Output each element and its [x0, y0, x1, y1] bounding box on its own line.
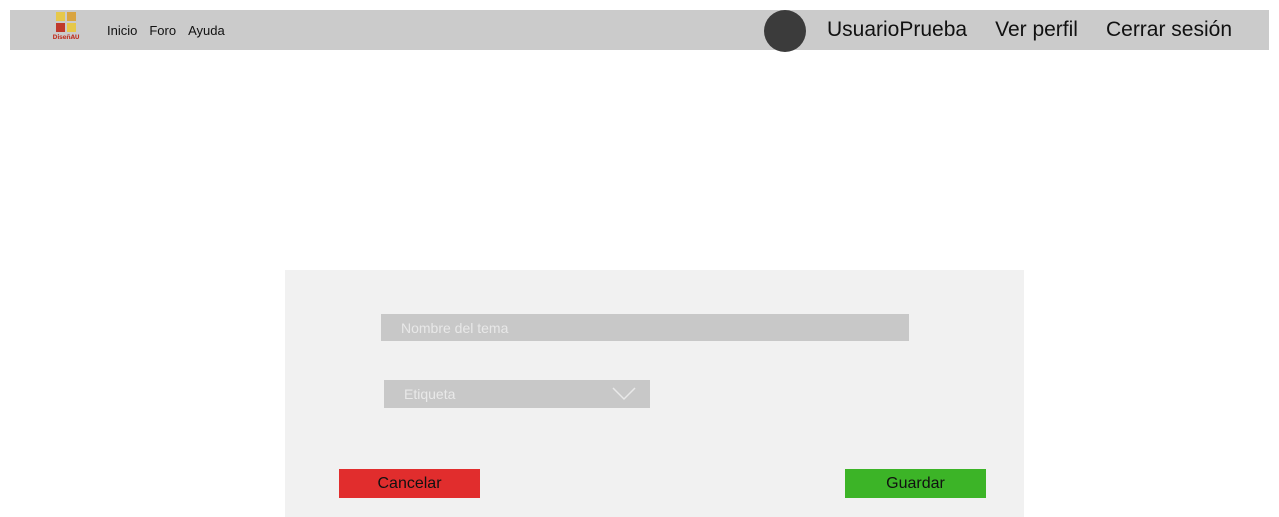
logo-tile [56, 12, 65, 21]
logo-text: DiseñAU [52, 34, 80, 41]
logout-link[interactable]: Cerrar sesión [1106, 18, 1232, 42]
logo-tile [56, 23, 65, 32]
topic-name-input[interactable] [381, 314, 909, 341]
tag-select[interactable]: Etiqueta [384, 380, 650, 408]
cancel-button[interactable]: Cancelar [339, 469, 480, 498]
main-nav: Inicio Foro Ayuda [107, 10, 237, 50]
save-button[interactable]: Guardar [845, 469, 986, 498]
new-topic-form: Etiqueta Cancelar Guardar [285, 270, 1024, 517]
user-avatar[interactable] [764, 10, 806, 52]
username-link[interactable]: UsuarioPrueba [827, 18, 967, 42]
logo-tiles [56, 12, 76, 32]
logo-tile [67, 23, 76, 32]
logo-tile [67, 12, 76, 21]
chevron-down-icon [612, 387, 636, 401]
tag-select-value: Etiqueta [404, 386, 456, 402]
view-profile-link[interactable]: Ver perfil [995, 18, 1078, 42]
nav-link-ayuda[interactable]: Ayuda [188, 23, 225, 38]
top-navbar: DiseñAU Inicio Foro Ayuda UsuarioPrueba … [10, 10, 1269, 52]
nav-link-inicio[interactable]: Inicio [107, 23, 137, 38]
app-logo[interactable]: DiseñAU [52, 11, 80, 47]
user-menu: UsuarioPrueba Ver perfil Cerrar sesión [827, 10, 1232, 50]
nav-link-foro[interactable]: Foro [149, 23, 176, 38]
